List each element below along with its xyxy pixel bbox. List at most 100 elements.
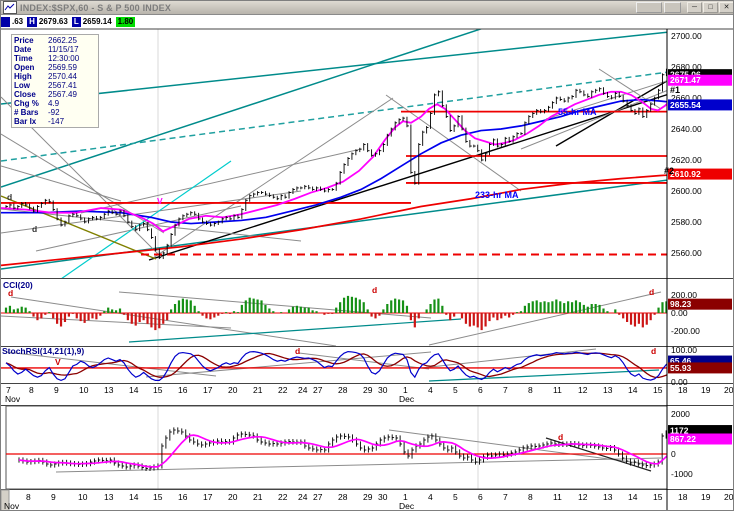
date-axis-label: 28 [338, 385, 348, 395]
date-axis-label: 6 [478, 492, 483, 502]
price-axis-tick: 2620.00 [671, 155, 702, 165]
databox-label: High [14, 72, 48, 81]
date-axis-label: 18 [678, 385, 688, 395]
date-axis-label: 28 [338, 492, 348, 502]
letter-annotation: d [558, 432, 563, 442]
month-axis-label: Dec [399, 394, 415, 404]
close-button[interactable]: ✕ [719, 2, 734, 13]
date-axis-label: 9 [51, 492, 56, 502]
date-axis-label: 8 [528, 492, 533, 502]
date-axis-label: 19 [701, 385, 711, 395]
date-axis-label: 27 [313, 492, 323, 502]
chart-canvas[interactable]: 2700.002680.002660.002640.002620.002600.… [1, 1, 734, 511]
date-axis-label: 17 [203, 385, 213, 395]
minimize-button[interactable]: ─ [687, 2, 702, 13]
date-axis-label: 21 [253, 385, 263, 395]
month-axis-label: Dec [399, 501, 415, 511]
low-value: 2659.14 [83, 17, 112, 27]
databox-value: 4.9 [48, 99, 59, 108]
letter-annotation: d [7, 192, 12, 202]
letter-annotation: d [32, 224, 37, 234]
databox-label: Low [14, 81, 48, 90]
rsi-axis-tick: 100.00 [671, 345, 697, 355]
letter-annotation: V [157, 196, 163, 206]
breadth-axis-tick: -1000 [671, 469, 693, 479]
databox-value: 2662.25 [48, 36, 77, 45]
price-axis-tick: 2700.00 [671, 31, 702, 41]
price-badge-label: 867.22 [670, 434, 696, 444]
date-axis-label: 12 [578, 385, 588, 395]
chart-toolbar-button-1[interactable] [636, 2, 662, 13]
databox-label: Open [14, 63, 48, 72]
wave-count-label: #1 [670, 85, 680, 95]
price-badge-label: 2655.54 [670, 100, 701, 110]
high-tag: H [27, 17, 37, 27]
databox-value: 2569.59 [48, 63, 77, 72]
date-axis-label: 20 [228, 492, 238, 502]
letter-annotation: d [295, 346, 300, 356]
date-axis-label: 13 [104, 492, 114, 502]
date-axis-label: 14 [129, 492, 139, 502]
date-axis-label: 8 [26, 492, 31, 502]
date-axis-label: 16 [178, 492, 188, 502]
databox-value: 2567.41 [48, 81, 77, 90]
databox-value: 2570.44 [48, 72, 77, 81]
date-axis-label: 4 [428, 492, 433, 502]
date-axis-label: 5 [453, 492, 458, 502]
date-axis-label: 30 [378, 492, 388, 502]
date-axis-label: 11 [553, 492, 562, 502]
databox-label: Price [14, 36, 48, 45]
month-axis-label: Nov [4, 501, 20, 511]
wave-count-label: #2 [664, 166, 674, 176]
date-axis-label: 7 [503, 492, 508, 502]
date-axis-label: 13 [104, 385, 114, 395]
date-axis-label: 20th [724, 385, 734, 395]
change-badge: 1.80 [116, 17, 136, 27]
letter-annotation: d [372, 285, 377, 295]
date-axis-label: 4 [428, 385, 433, 395]
maximize-button[interactable]: □ [703, 2, 718, 13]
date-axis-label: 14 [129, 385, 139, 395]
date-axis-label: 8 [528, 385, 533, 395]
date-axis-label: 19 [701, 492, 711, 502]
date-axis-label: 30 [378, 385, 388, 395]
price-badge-label: 55.93 [670, 363, 692, 373]
title-bar[interactable]: INDEX:$SPX,60 - S & P 500 INDEX ─ □ ✕ [1, 1, 734, 15]
ma-annotation-label: 233-hr MA [475, 190, 519, 200]
date-axis-label: 15 [653, 492, 663, 502]
date-axis-label: 13 [603, 385, 613, 395]
databox-value: -147 [48, 117, 64, 126]
date-axis-label: 22 [278, 492, 288, 502]
date-axis-label: 15 [153, 385, 163, 395]
date-axis-label: 15 [653, 385, 663, 395]
window-title: INDEX:$SPX,60 - S & P 500 INDEX [20, 3, 171, 13]
date-axis-label: 29 [363, 492, 373, 502]
open-tag [1, 17, 10, 27]
price-badge-label: 2610.92 [670, 169, 701, 179]
date-axis-label: 12 [578, 492, 588, 502]
month-axis-label: Nov [5, 394, 21, 404]
date-axis-label: 8 [29, 385, 34, 395]
price-axis-tick: 2580.00 [671, 217, 702, 227]
letter-annotation: V [55, 357, 61, 367]
price-axis-tick: 2560.00 [671, 248, 702, 258]
date-axis-label: 10 [78, 492, 88, 502]
date-axis-label: 24 [298, 492, 308, 502]
date-axis-label: 14 [628, 492, 638, 502]
breadth-axis-tick: 2000 [671, 409, 690, 419]
databox-label: Close [14, 90, 48, 99]
price-badge-label: 98.23 [670, 299, 692, 309]
data-window: Price2662.25 Date11/15/17 Time12:30:00 O… [11, 34, 99, 128]
chart-toolbar-button-2[interactable] [664, 2, 681, 13]
app-icon [3, 1, 17, 14]
databox-label: Date [14, 45, 48, 54]
ma-annotation-label: 55-hr MA [558, 107, 597, 117]
breadth-axis-tick: 0 [671, 449, 676, 459]
letter-annotation: f [146, 220, 149, 230]
price-badge-label: 2671.47 [670, 75, 701, 85]
date-axis-label: 5 [453, 385, 458, 395]
databox-label: Bar Ix [14, 117, 48, 126]
open-value: .63 [12, 17, 23, 27]
high-value: 2679.63 [39, 17, 68, 27]
date-axis-label: 24 [298, 385, 308, 395]
